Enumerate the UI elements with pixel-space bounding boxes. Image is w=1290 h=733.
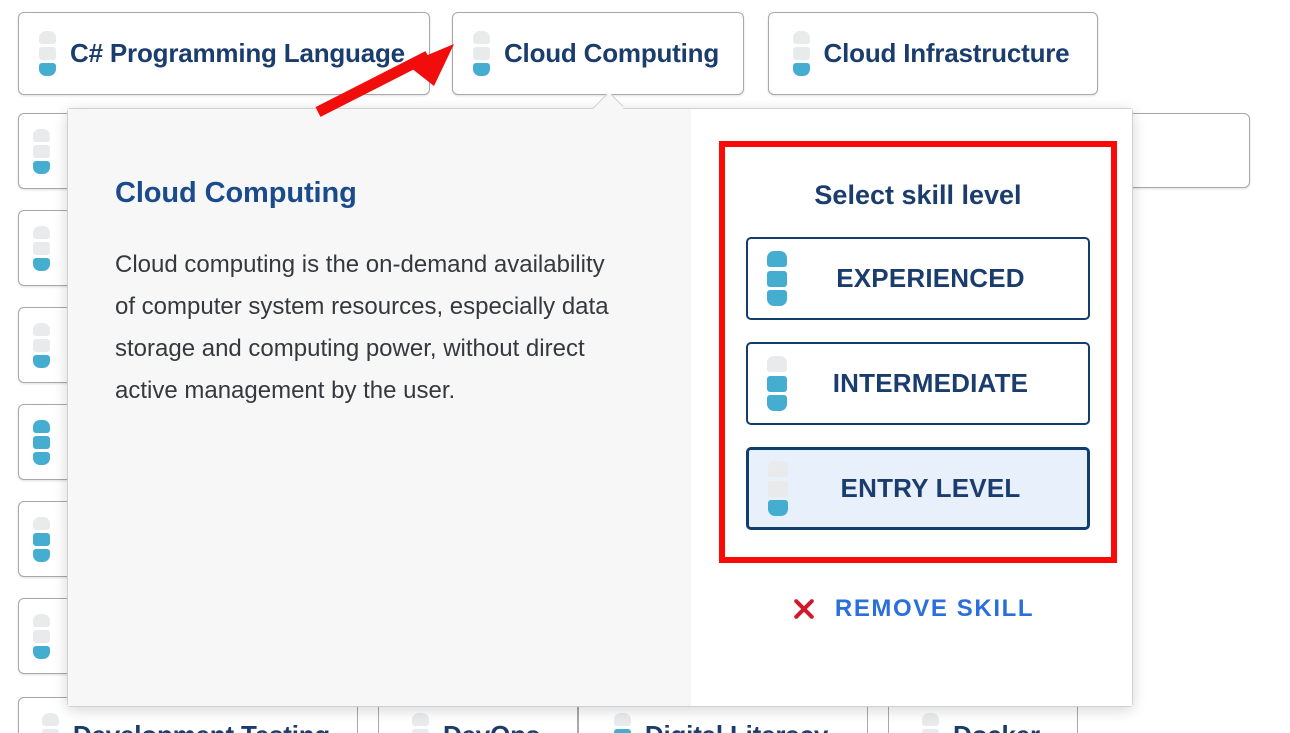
skill-chip-label: Development Testing <box>73 720 330 733</box>
skill-level-option[interactable]: ENTRY LEVEL <box>746 447 1090 530</box>
skill-chip-label: Docker <box>953 720 1040 733</box>
skill-level-indicator-icon <box>33 516 50 562</box>
popup-description-pane: Cloud Computing Cloud computing is the o… <box>68 109 691 706</box>
skill-level-option-label: ENTRY LEVEL <box>840 473 1021 503</box>
skill-chip-label: DevOps <box>443 720 540 733</box>
skill-level-option-label: INTERMEDIATE <box>832 368 1029 398</box>
skill-level-options: EXPERIENCED INTERMEDIATE ENTRY LEVEL <box>725 237 1111 530</box>
skill-chip[interactable]: Cloud Computing <box>452 12 744 95</box>
skill-level-option-label: EXPERIENCED <box>836 263 1025 293</box>
popup-pointer-tail <box>593 94 623 109</box>
skill-detail-popup: Cloud Computing Cloud computing is the o… <box>67 108 1133 707</box>
skill-level-indicator-icon <box>33 613 50 659</box>
skill-level-indicator-icon <box>768 461 788 516</box>
remove-skill-button[interactable]: REMOVE SKILL <box>691 594 1132 624</box>
skill-chip-label: Cloud Infrastructure <box>823 38 1070 68</box>
skill-level-indicator-icon <box>411 712 429 733</box>
skill-chip[interactable]: Cloud Infrastructure <box>768 12 1098 95</box>
skill-chip-label: C# Programming Language <box>70 38 405 68</box>
close-icon <box>789 594 819 624</box>
skill-level-indicator-icon <box>922 712 940 733</box>
skill-level-indicator-icon <box>767 356 787 411</box>
skill-level-indicator-icon <box>33 419 50 465</box>
skill-chip-label: Digital Literacy <box>645 720 828 733</box>
popup-skill-title: Cloud Computing <box>115 177 357 209</box>
remove-skill-label: REMOVE SKILL <box>834 595 1035 622</box>
skill-level-indicator-icon <box>792 31 810 76</box>
skill-level-indicator-icon <box>39 31 57 76</box>
skill-chip-label: Cloud Computing <box>503 38 720 68</box>
skill-level-highlight-box: Select skill level EXPERIENCED INTERMEDIA… <box>719 141 1117 563</box>
skill-level-indicator-icon <box>613 712 631 733</box>
skill-level-indicator-icon <box>767 251 787 306</box>
popup-skill-description: Cloud computing is the on-demand availab… <box>115 251 609 404</box>
popup-level-pane: Select skill level EXPERIENCED INTERMEDIA… <box>691 109 1132 706</box>
app-root: C# Programming Language Cloud Computing Cl… <box>0 0 1290 733</box>
skill-level-indicator-icon <box>33 225 50 271</box>
select-skill-level-heading: Select skill level <box>814 180 1022 210</box>
skill-level-option[interactable]: EXPERIENCED <box>746 237 1090 320</box>
skill-level-indicator-icon <box>33 128 50 174</box>
skill-level-option[interactable]: INTERMEDIATE <box>746 342 1090 425</box>
skill-level-indicator-icon <box>41 712 59 733</box>
skill-level-indicator-icon <box>33 322 50 368</box>
skill-chip[interactable]: C# Programming Language <box>18 12 430 95</box>
skill-level-indicator-icon <box>472 31 490 76</box>
